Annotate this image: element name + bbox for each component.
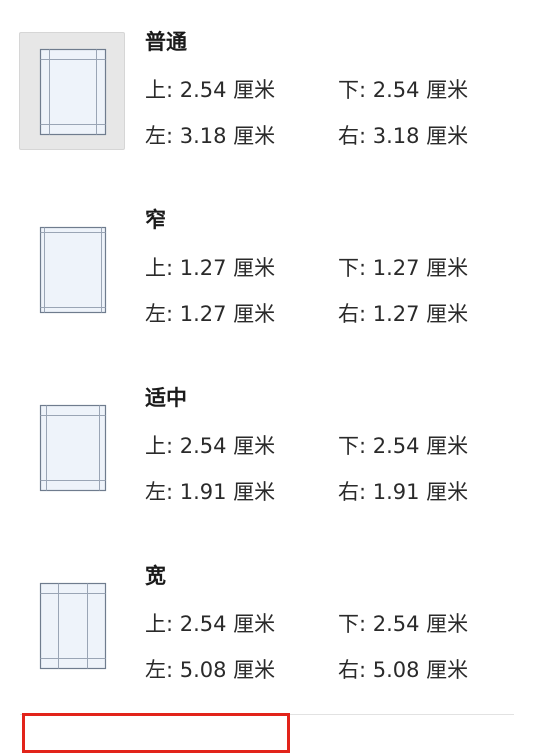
margin-left-value: 左: 5.08 厘米 xyxy=(145,658,276,682)
margin-option-title: 窄 xyxy=(145,208,166,232)
margin-left-value: 左: 1.91 厘米 xyxy=(145,480,276,504)
margin-bottom-value: 下: 2.54 厘米 xyxy=(338,434,469,458)
page-margins-moderate-icon xyxy=(39,404,107,492)
page-margins-wide-icon xyxy=(39,582,107,670)
margin-option-normal[interactable]: 普通 上: 2.54 厘米 下: 2.54 厘米 左: 3.18 厘米 右: 3… xyxy=(0,0,534,178)
margin-top-value: 上: 1.27 厘米 xyxy=(145,256,276,280)
margin-bottom-value: 下: 1.27 厘米 xyxy=(338,256,469,280)
page-margins-narrow-icon xyxy=(39,226,107,314)
margin-left-value: 左: 3.18 厘米 xyxy=(145,124,276,148)
margin-option-moderate[interactable]: 适中 上: 2.54 厘米 下: 2.54 厘米 左: 1.91 厘米 右: 1… xyxy=(0,356,534,534)
margin-option-title: 普通 xyxy=(145,30,187,54)
margin-left-value: 左: 1.27 厘米 xyxy=(145,302,276,326)
page-margins-menu: 普通 上: 2.54 厘米 下: 2.54 厘米 左: 3.18 厘米 右: 3… xyxy=(0,0,534,753)
margin-right-value: 右: 1.91 厘米 xyxy=(338,480,469,504)
margin-right-value: 右: 5.08 厘米 xyxy=(338,658,469,682)
margin-top-value: 上: 2.54 厘米 xyxy=(145,612,276,636)
margin-preview-frame xyxy=(19,566,125,684)
margin-bottom-value: 下: 2.54 厘米 xyxy=(338,78,469,102)
margin-preview-frame xyxy=(19,32,125,150)
margin-option-title: 适中 xyxy=(145,386,187,410)
margin-option-narrow[interactable]: 窄 上: 1.27 厘米 下: 1.27 厘米 左: 1.27 厘米 右: 1.… xyxy=(0,178,534,356)
margin-top-value: 上: 2.54 厘米 xyxy=(145,78,276,102)
custom-margins-highlight[interactable] xyxy=(22,713,290,753)
margin-top-value: 上: 2.54 厘米 xyxy=(145,434,276,458)
margin-right-value: 右: 1.27 厘米 xyxy=(338,302,469,326)
margin-option-title: 宽 xyxy=(145,564,166,588)
margin-preview-frame xyxy=(19,210,125,328)
margin-option-wide[interactable]: 宽 上: 2.54 厘米 下: 2.54 厘米 左: 5.08 厘米 右: 5.… xyxy=(0,534,534,712)
margin-right-value: 右: 3.18 厘米 xyxy=(338,124,469,148)
margin-bottom-value: 下: 2.54 厘米 xyxy=(338,612,469,636)
margin-preview-frame xyxy=(19,388,125,506)
page-margins-normal-icon xyxy=(39,48,107,136)
